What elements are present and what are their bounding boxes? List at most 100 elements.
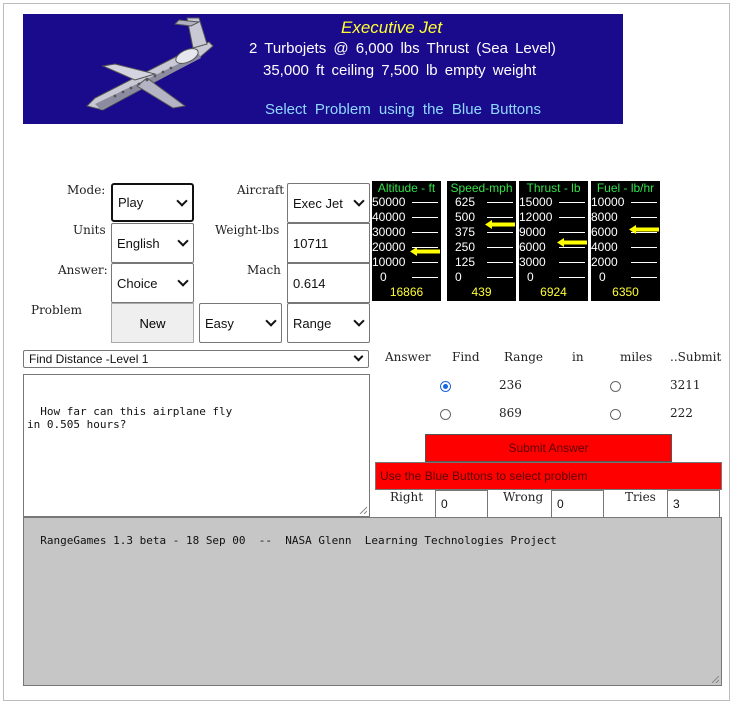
gauge-tick-line: [487, 217, 513, 218]
airplane-image: [86, 17, 214, 111]
units-select[interactable]: English: [111, 223, 194, 263]
gauge-tick-label: 10000: [372, 255, 406, 269]
indicator-arrow-icon: [410, 247, 440, 257]
indicator-arrow-icon: [629, 224, 659, 234]
aircraft-label: Aircraft: [237, 183, 285, 197]
indicator-arrow-icon: [485, 219, 515, 229]
engine-spec: 2 Turbojets @ 6,000 lbs Thrust (Sea Leve…: [249, 40, 556, 57]
gauge-tick-label: 0: [599, 270, 606, 284]
gauge-tick-line: [559, 202, 585, 203]
gauge-tick-label: 9000: [519, 225, 546, 239]
aircraft-banner: Executive Jet 2 Turbojets @ 6,000 lbs Th…: [23, 14, 623, 124]
question-textarea[interactable]: How far can this airplane fly in 0.505 h…: [23, 374, 370, 517]
chevron-down-icon: [176, 194, 188, 207]
gauge-tick-line: [631, 277, 657, 278]
gauge-tick-line: [631, 217, 657, 218]
aircraft-value: Exec Jet: [293, 195, 343, 211]
gauge-tick-line: [559, 262, 585, 263]
gauge-title: Altitude - ft: [377, 181, 436, 195]
difficulty-select[interactable]: Easy: [199, 303, 282, 343]
gauge-title: Thrust - lb: [526, 181, 581, 195]
resize-grip-icon[interactable]: [359, 506, 367, 514]
gauge-tick-label: 4000: [591, 240, 618, 254]
submit-answer-button[interactable]: Submit Answer: [425, 434, 672, 462]
gauge-tick-label: 0: [455, 270, 462, 284]
gauge-tick-line: [487, 247, 513, 248]
problem-type-select[interactable]: Range: [287, 303, 370, 343]
gauge-tick-label: 0: [527, 270, 534, 284]
gauge-reading: 439: [471, 285, 492, 299]
message-bar: Use the Blue Buttons to select problem: [375, 462, 722, 490]
problem-label: Problem: [31, 303, 83, 317]
chevron-down-icon: [353, 315, 365, 327]
gauge-tick-line: [631, 247, 657, 248]
indicator-arrow-icon: [557, 237, 587, 247]
chevron-down-icon: [177, 235, 189, 247]
status-textarea[interactable]: RangeGames 1.3 beta - 18 Sep 00 -- NASA …: [23, 517, 722, 686]
weight-field[interactable]: 10711: [287, 223, 370, 263]
choice-value-4: 222: [670, 406, 693, 420]
gauge-tick-line: [487, 262, 513, 263]
gauge-tick-line: [631, 262, 657, 263]
new-problem-button[interactable]: New: [111, 303, 194, 343]
gauge-title: Speed-mph: [450, 181, 513, 195]
gauge-tick-label: 40000: [372, 210, 406, 224]
gauge-tick-label: 250: [455, 240, 476, 254]
mode-select[interactable]: Play: [111, 183, 194, 222]
mode-value: Play: [118, 195, 144, 210]
gauge-tick-line: [559, 277, 585, 278]
wrong-label: Wrong: [503, 490, 544, 504]
gauge-tick-label: 10000: [591, 195, 625, 209]
gauge-tick-label: 2000: [591, 255, 618, 269]
choice-radio-1[interactable]: [440, 381, 451, 392]
gauge-reading: 6350: [612, 285, 639, 299]
difficulty-value: Easy: [205, 315, 234, 331]
miles-header: miles: [620, 350, 653, 364]
resize-grip-icon[interactable]: [711, 675, 719, 683]
gauge-title: Fuel - lb/hr: [596, 181, 655, 195]
range-header: Range: [504, 350, 543, 364]
choice-radio-2[interactable]: [610, 381, 621, 392]
gauge-reading: 16866: [389, 285, 424, 299]
gauge-tick-line: [559, 232, 585, 233]
gauge-tick-label: 30000: [372, 225, 406, 239]
mach-field[interactable]: 0.614: [287, 263, 370, 303]
choice-value-2: 3211: [670, 378, 701, 392]
tries-field[interactable]: 3: [667, 490, 720, 518]
aircraft-select[interactable]: Exec Jet: [287, 183, 370, 223]
mode-label: Mode:: [67, 183, 106, 197]
right-label: Right: [390, 490, 424, 504]
chevron-down-icon: [177, 275, 189, 287]
gauge-tick-label: 0: [380, 270, 387, 284]
gauge-0: Altitude - ft 50000 40000 30000 20000 10000 0 1…: [372, 181, 441, 301]
chevron-down-icon: [353, 195, 365, 207]
gauge-tick-label: 6000: [591, 225, 618, 239]
gauge-3: Fuel - lb/hr 10000 8000 6000 4000 2000 0 6350: [591, 181, 660, 301]
choice-radio-4[interactable]: [610, 409, 621, 420]
right-count-field[interactable]: 0: [435, 490, 488, 518]
units-value: English: [117, 235, 160, 251]
gauge-tick-label: 12000: [519, 210, 553, 224]
in-header: in: [572, 350, 584, 364]
question-text: How far can this airplane fly in 0.505 h…: [27, 405, 233, 431]
choice-radio-3[interactable]: [440, 409, 451, 420]
gauge-tick-line: [412, 277, 438, 278]
gauge-tick-label: 500: [455, 210, 476, 224]
tries-label: Tries: [625, 490, 656, 504]
gauge-tick-line: [412, 202, 438, 203]
gauge-tick-label: 50000: [372, 195, 406, 209]
gauge-tick-label: 6000: [519, 240, 546, 254]
gauge-tick-label: 15000: [519, 195, 553, 209]
gauge-tick-label: 125: [455, 255, 476, 269]
gauge-tick-line: [412, 217, 438, 218]
chevron-down-icon: [265, 315, 277, 327]
gauge-tick-line: [487, 277, 513, 278]
gauge-tick-line: [412, 262, 438, 263]
wrong-count-field[interactable]: 0: [551, 490, 604, 518]
gauge-tick-line: [559, 217, 585, 218]
problem-select[interactable]: Find Distance -Level 1: [23, 350, 369, 368]
gauge-tick-line: [412, 232, 438, 233]
gauge-tick-label: 3000: [519, 255, 546, 269]
gauge-1: Speed-mph 625 500 375 250 125 0 439: [447, 181, 516, 301]
answer-select[interactable]: Choice: [111, 263, 194, 303]
